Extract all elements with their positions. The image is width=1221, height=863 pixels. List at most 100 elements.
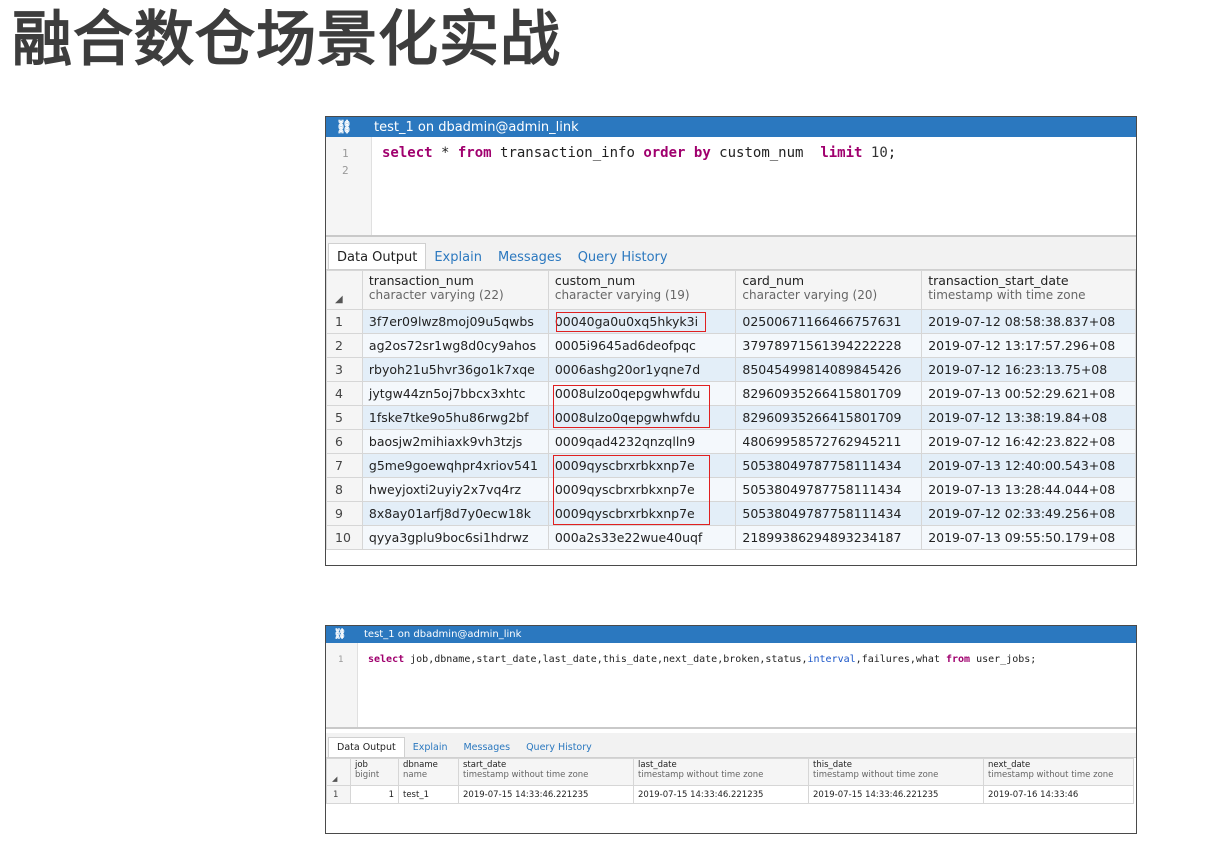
table-cell[interactable]: 1fske7tke9o5hu86rwg2bf (361, 405, 549, 430)
table-cell[interactable]: 37978971561394222228 (735, 333, 923, 358)
column-header[interactable]: this_date timestamp without time zone (808, 758, 984, 786)
table-cell[interactable]: rbyoh21u5hvr36go1k7xqe (361, 357, 549, 382)
table-cell[interactable]: 2019-07-12 13:17:57.296+08 (921, 333, 1136, 358)
column-header[interactable]: next_date timestamp without time zone (983, 758, 1134, 786)
table-cell[interactable]: 50538049787758111434 (735, 453, 923, 478)
table-cell[interactable]: 0005i9645ad6deofpqc (547, 333, 737, 358)
row-number[interactable]: 4 (326, 381, 363, 406)
table-cell[interactable]: 2019-07-12 13:38:19.84+08 (921, 405, 1136, 430)
table-cell[interactable]: 85045499814089845426 (735, 357, 923, 382)
grid-corner[interactable]: ◢ (326, 270, 363, 310)
connection-icon[interactable]: ⛓ (326, 629, 354, 640)
table-cell[interactable]: 2019-07-15 14:33:46.221235 (633, 785, 809, 804)
table-cell[interactable]: 0009qyscbrxrbkxnp7e (547, 501, 737, 526)
table-cell[interactable]: 1 (350, 785, 399, 804)
grid-corner[interactable]: ◢ (326, 758, 351, 786)
table-cell[interactable]: 2019-07-15 14:33:46.221235 (808, 785, 984, 804)
tab-messages[interactable]: Messages (455, 742, 518, 757)
connection-icon[interactable]: ⛓ (326, 120, 362, 135)
table-cell[interactable]: 2019-07-16 14:33:46 (983, 785, 1134, 804)
row-number[interactable]: 2 (326, 333, 363, 358)
table-cell[interactable]: hweyjoxti2uyiy2x7vq4rz (361, 477, 549, 502)
table-cell[interactable]: 00040ga0u0xq5hkyk3i (547, 309, 737, 334)
table-cell[interactable]: 0009qyscbrxrbkxnp7e (547, 477, 737, 502)
sql-keyword: order by (643, 145, 711, 161)
table-row[interactable]: 9 8x8ay01arfj8d7y0ecw18k 0009qyscbrxrbkxnp… (326, 501, 1136, 526)
table-cell[interactable]: 21899386294893234187 (735, 525, 923, 550)
table-cell[interactable]: 0009qad4232qnzqlln9 (547, 429, 737, 454)
table-cell[interactable]: 2019-07-12 08:58:38.837+08 (921, 309, 1136, 334)
query-titlebar: ⛓ test_1 on dbadmin@admin_link (326, 117, 1136, 137)
table-row[interactable]: 3 rbyoh21u5hvr36go1k7xqe 0006ashg20or1yqne… (326, 357, 1136, 382)
table-cell[interactable]: 82960935266415801709 (735, 381, 923, 406)
column-header[interactable]: custom_num character varying (19) (547, 270, 737, 310)
table-cell[interactable]: 2019-07-13 00:52:29.621+08 (921, 381, 1136, 406)
table-cell[interactable]: ag2os72sr1wg8d0cy9ahos (361, 333, 549, 358)
table-cell[interactable]: 0006ashg20or1yqne7d (547, 357, 737, 382)
sql-code[interactable]: select job,dbname,start_date,last_date,t… (358, 643, 1036, 727)
tab-query-history[interactable]: Query History (518, 742, 600, 757)
table-cell[interactable]: 3f7er09lwz8moj09u5qwbs (361, 309, 549, 334)
tab-query-history[interactable]: Query History (570, 250, 676, 269)
column-header[interactable]: start_date timestamp without time zone (458, 758, 634, 786)
table-cell[interactable]: 2019-07-12 16:23:13.75+08 (921, 357, 1136, 382)
table-cell[interactable]: 2019-07-13 09:55:50.179+08 (921, 525, 1136, 550)
row-number[interactable]: 8 (326, 477, 363, 502)
table-cell[interactable]: 000a2s33e22wue40uqf (547, 525, 737, 550)
table-cell[interactable]: 0008ulzo0qepgwhwfdu (547, 381, 737, 406)
column-header[interactable]: job bigint (350, 758, 399, 786)
column-header[interactable]: card_num character varying (20) (735, 270, 923, 310)
table-cell[interactable]: 50538049787758111434 (735, 477, 923, 502)
table-cell[interactable]: g5me9goewqhpr4xriov541 (361, 453, 549, 478)
column-type: name (403, 770, 428, 780)
tab-explain[interactable]: Explain (426, 250, 490, 269)
row-number[interactable]: 6 (326, 429, 363, 454)
query-titlebar: ⛓ test_1 on dbadmin@admin_link (326, 626, 1136, 643)
table-cell[interactable]: 2019-07-13 13:28:44.044+08 (921, 477, 1136, 502)
table-row[interactable]: 6 baosjw2mihiaxk9vh3tzjs 0009qad4232qnzqll… (326, 429, 1136, 454)
row-number[interactable]: 9 (326, 501, 363, 526)
column-header[interactable]: transaction_start_date timestamp with tim… (921, 270, 1136, 310)
row-number[interactable]: 3 (326, 357, 363, 382)
sql-text: ,failures,what (855, 654, 946, 665)
table-cell[interactable]: 82960935266415801709 (735, 405, 923, 430)
table-cell[interactable]: 2019-07-15 14:33:46.221235 (458, 785, 634, 804)
table-row[interactable]: 1 3f7er09lwz8moj09u5qwbs 00040ga0u0xq5hkyk… (326, 309, 1136, 334)
tab-data-output[interactable]: Data Output (328, 737, 405, 757)
sql-editor[interactable]: 1 2 select * from transaction_info order… (326, 137, 1136, 237)
column-header[interactable]: transaction_num character varying (22) (361, 270, 549, 310)
table-cell[interactable]: baosjw2mihiaxk9vh3tzjs (361, 429, 549, 454)
row-number[interactable]: 5 (326, 405, 363, 430)
table-row[interactable]: 5 1fske7tke9o5hu86rwg2bf 0008ulzo0qepgwhwf… (326, 405, 1136, 430)
tab-data-output[interactable]: Data Output (328, 243, 427, 269)
table-cell[interactable]: 02500671166466757631 (735, 309, 923, 334)
table-cell[interactable]: qyya3gplu9boc6si1hdrwz (361, 525, 549, 550)
table-row[interactable]: 8 hweyjoxti2uyiy2x7vq4rz 0009qyscbrxrbkxnp… (326, 477, 1136, 502)
tab-messages[interactable]: Messages (490, 250, 570, 269)
sql-editor[interactable]: 1 select job,dbname,start_date,last_date… (326, 643, 1136, 729)
table-row[interactable]: 2 ag2os72sr1wg8d0cy9ahos 0005i9645ad6deofp… (326, 333, 1136, 358)
row-number[interactable]: 10 (326, 525, 363, 550)
table-cell[interactable]: test_1 (398, 785, 459, 804)
table-cell[interactable]: 8x8ay01arfj8d7y0ecw18k (361, 501, 549, 526)
table-cell[interactable]: jytgw44zn5oj7bbcx3xhtc (361, 381, 549, 406)
table-row[interactable]: 7 g5me9goewqhpr4xriov541 0009qyscbrxrbkxnp… (326, 453, 1136, 478)
table-cell[interactable]: 2019-07-12 16:42:23.822+08 (921, 429, 1136, 454)
table-cell[interactable]: 2019-07-13 12:40:00.543+08 (921, 453, 1136, 478)
row-number[interactable]: 7 (326, 453, 363, 478)
row-number[interactable]: 1 (326, 309, 363, 334)
table-row[interactable]: 1 1 test_1 2019-07-15 14:33:46.221235 2019-0… (326, 785, 1134, 804)
table-row[interactable]: 10 qyya3gplu9boc6si1hdrwz 000a2s33e22wue40… (326, 525, 1136, 550)
table-cell[interactable]: 0008ulzo0qepgwhwfdu (547, 405, 737, 430)
table-row[interactable]: 4 jytgw44zn5oj7bbcx3xhtc 0008ulzo0qepgwhwf… (326, 381, 1136, 406)
table-cell[interactable]: 48069958572762945211 (735, 429, 923, 454)
tab-explain[interactable]: Explain (405, 742, 456, 757)
table-cell[interactable]: 0009qyscbrxrbkxnp7e (547, 453, 737, 478)
table-cell[interactable]: 2019-07-12 02:33:49.256+08 (921, 501, 1136, 526)
sql-code[interactable]: select * from transaction_info order by … (372, 137, 896, 235)
column-header[interactable]: dbname name (398, 758, 459, 786)
column-name: job (355, 760, 368, 770)
column-header[interactable]: last_date timestamp without time zone (633, 758, 809, 786)
table-cell[interactable]: 50538049787758111434 (735, 501, 923, 526)
row-number[interactable]: 1 (326, 785, 351, 804)
